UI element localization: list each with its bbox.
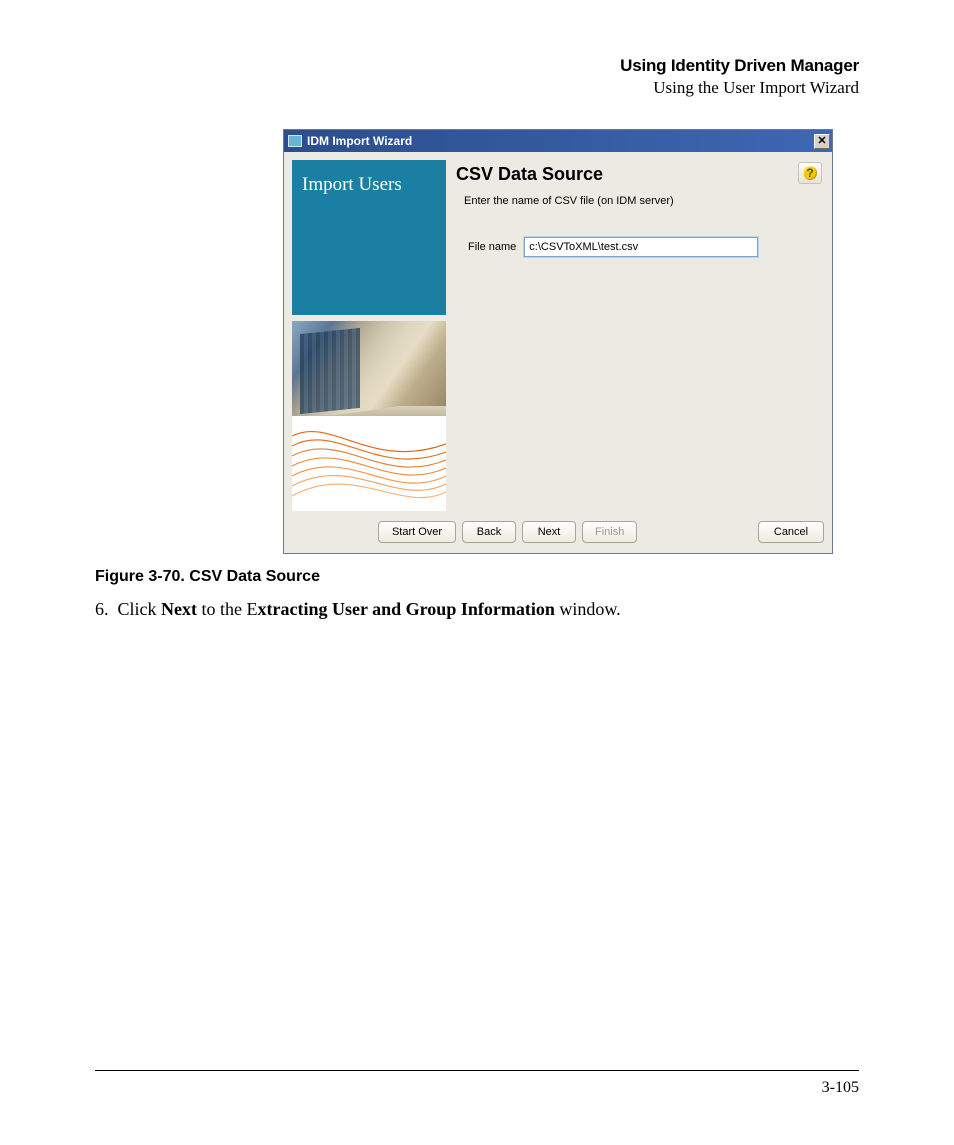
back-button[interactable]: Back (462, 521, 516, 543)
sidebar-image (292, 321, 446, 511)
section-subtitle: Enter the name of CSV file (on IDM serve… (464, 195, 818, 207)
titlebar: IDM Import Wizard ✕ (284, 130, 832, 152)
close-button[interactable]: ✕ (814, 134, 830, 149)
step-extract-bold: xtracting User and Group Information (257, 599, 554, 619)
window-title: IDM Import Wizard (307, 134, 412, 148)
help-button[interactable]: ? (798, 162, 822, 184)
page-footer: 3-105 (95, 1070, 859, 1097)
header-subtitle: Using the User Import Wizard (95, 77, 859, 99)
step-mid: to the E (197, 599, 258, 619)
section-title: CSV Data Source (456, 164, 818, 185)
finish-button: Finish (582, 521, 637, 543)
figure-number: Figure 3-70. (95, 568, 185, 585)
idm-import-wizard-dialog: IDM Import Wizard ✕ Import Users (283, 129, 833, 554)
step-6: 6. Click Next to the Extracting User and… (95, 598, 859, 621)
file-name-input[interactable] (524, 237, 758, 257)
wizard-sidebar: Import Users (292, 160, 446, 511)
page-header: Using Identity Driven Manager Using the … (95, 55, 859, 99)
app-icon (288, 135, 302, 147)
sidebar-heading: Import Users (292, 160, 446, 315)
step-num: 6. (95, 599, 109, 619)
figure-caption: Figure 3-70. CSV Data Source (95, 568, 859, 586)
close-icon: ✕ (817, 136, 826, 147)
step-pre: Click (118, 599, 162, 619)
help-icon: ? (803, 166, 817, 180)
header-title: Using Identity Driven Manager (95, 55, 859, 77)
step-post: window. (555, 599, 621, 619)
page-number: 3-105 (822, 1079, 859, 1096)
cancel-button[interactable]: Cancel (758, 521, 824, 543)
start-over-button[interactable]: Start Over (378, 521, 456, 543)
wizard-content: ? CSV Data Source Enter the name of CSV … (454, 160, 824, 511)
next-button[interactable]: Next (522, 521, 576, 543)
wizard-button-bar: Start Over Back Next Finish Cancel (284, 515, 832, 553)
step-next-bold: Next (161, 599, 197, 619)
wave-lines-icon (292, 416, 446, 511)
figure-title: CSV Data Source (185, 568, 320, 585)
file-name-label: File name (468, 241, 516, 253)
